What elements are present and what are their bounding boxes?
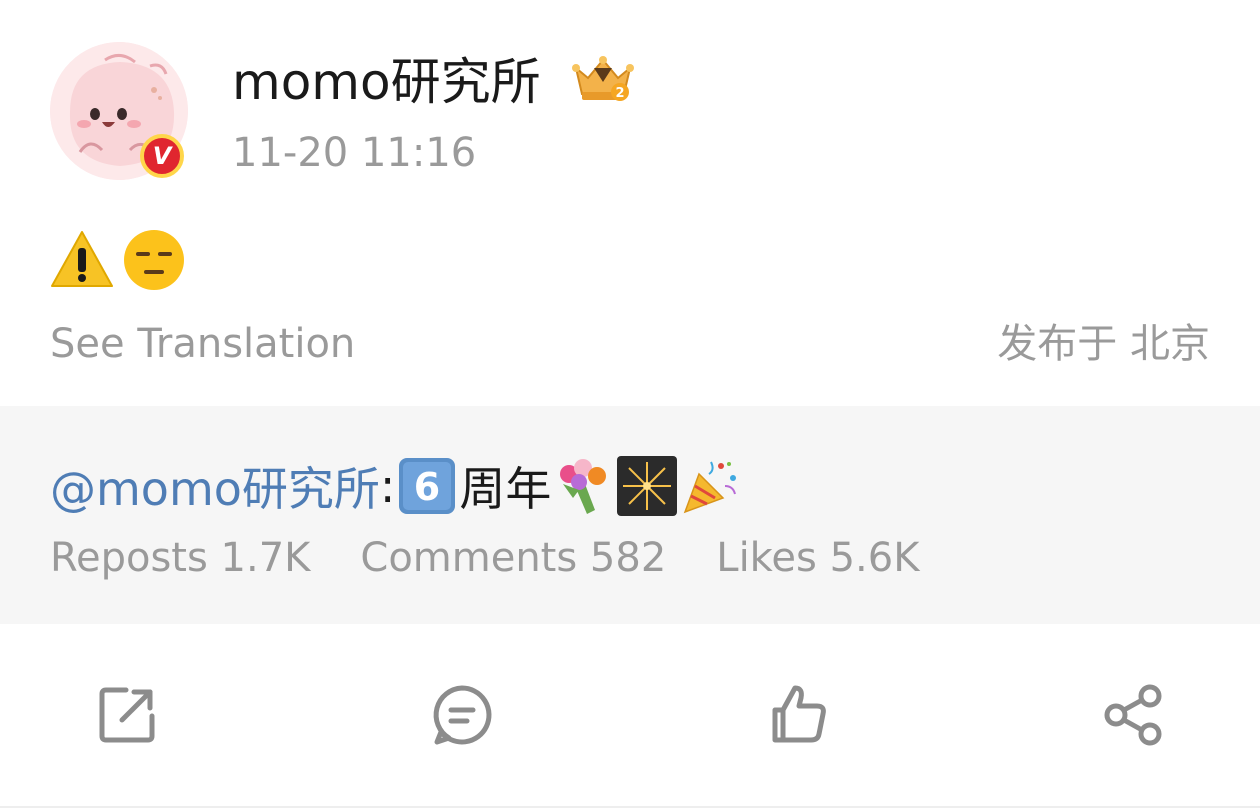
see-translation-link[interactable]: See Translation	[50, 320, 355, 368]
author-name[interactable]: momo研究所	[232, 52, 541, 112]
warning-icon	[50, 228, 114, 292]
verified-badge-icon: V	[140, 134, 184, 178]
share-button[interactable]	[1100, 682, 1166, 748]
author-avatar[interactable]: V	[50, 42, 188, 180]
repost-stats: Reposts 1.7K Comments 582 Likes 5.6K	[50, 534, 919, 582]
like-icon	[772, 685, 826, 743]
svg-text:2: 2	[615, 86, 624, 101]
comment-icon	[433, 685, 492, 745]
comments-count[interactable]: Comments 582	[360, 534, 666, 582]
comment-button[interactable]	[429, 682, 495, 748]
weibo-post-card: V momo研究所 2 11-20 11:16 See Translation …	[0, 0, 1260, 808]
mention-link[interactable]: @momo研究所	[50, 453, 380, 519]
keycap-6-icon: 6	[397, 456, 457, 516]
share-icon	[1104, 684, 1162, 746]
reposts-count[interactable]: Reposts 1.7K	[50, 534, 310, 582]
action-bar	[0, 624, 1260, 806]
reposted-content[interactable]: @momo研究所 : 6 周年 Reposts 1.7K Comments 58…	[0, 406, 1260, 624]
repost-text-line: @momo研究所 : 6 周年	[50, 454, 743, 518]
likes-count[interactable]: Likes 5.6K	[716, 534, 919, 582]
repost-icon	[99, 687, 155, 743]
like-button[interactable]	[765, 682, 831, 748]
mention-separator: :	[379, 459, 396, 513]
bouquet-icon	[553, 456, 613, 516]
svg-text:6: 6	[414, 465, 440, 509]
post-timestamp: 11-20 11:16	[232, 130, 477, 176]
crown-rank-2-icon[interactable]: 2	[570, 54, 636, 104]
repost-body-text: 周年	[459, 462, 552, 516]
post-location: 发布于 北京	[997, 321, 1210, 367]
sparkler-icon	[617, 456, 678, 516]
repost-button[interactable]	[94, 682, 160, 748]
expressionless-face-icon	[122, 228, 186, 292]
post-content	[50, 228, 186, 292]
party-popper-icon	[681, 456, 741, 516]
